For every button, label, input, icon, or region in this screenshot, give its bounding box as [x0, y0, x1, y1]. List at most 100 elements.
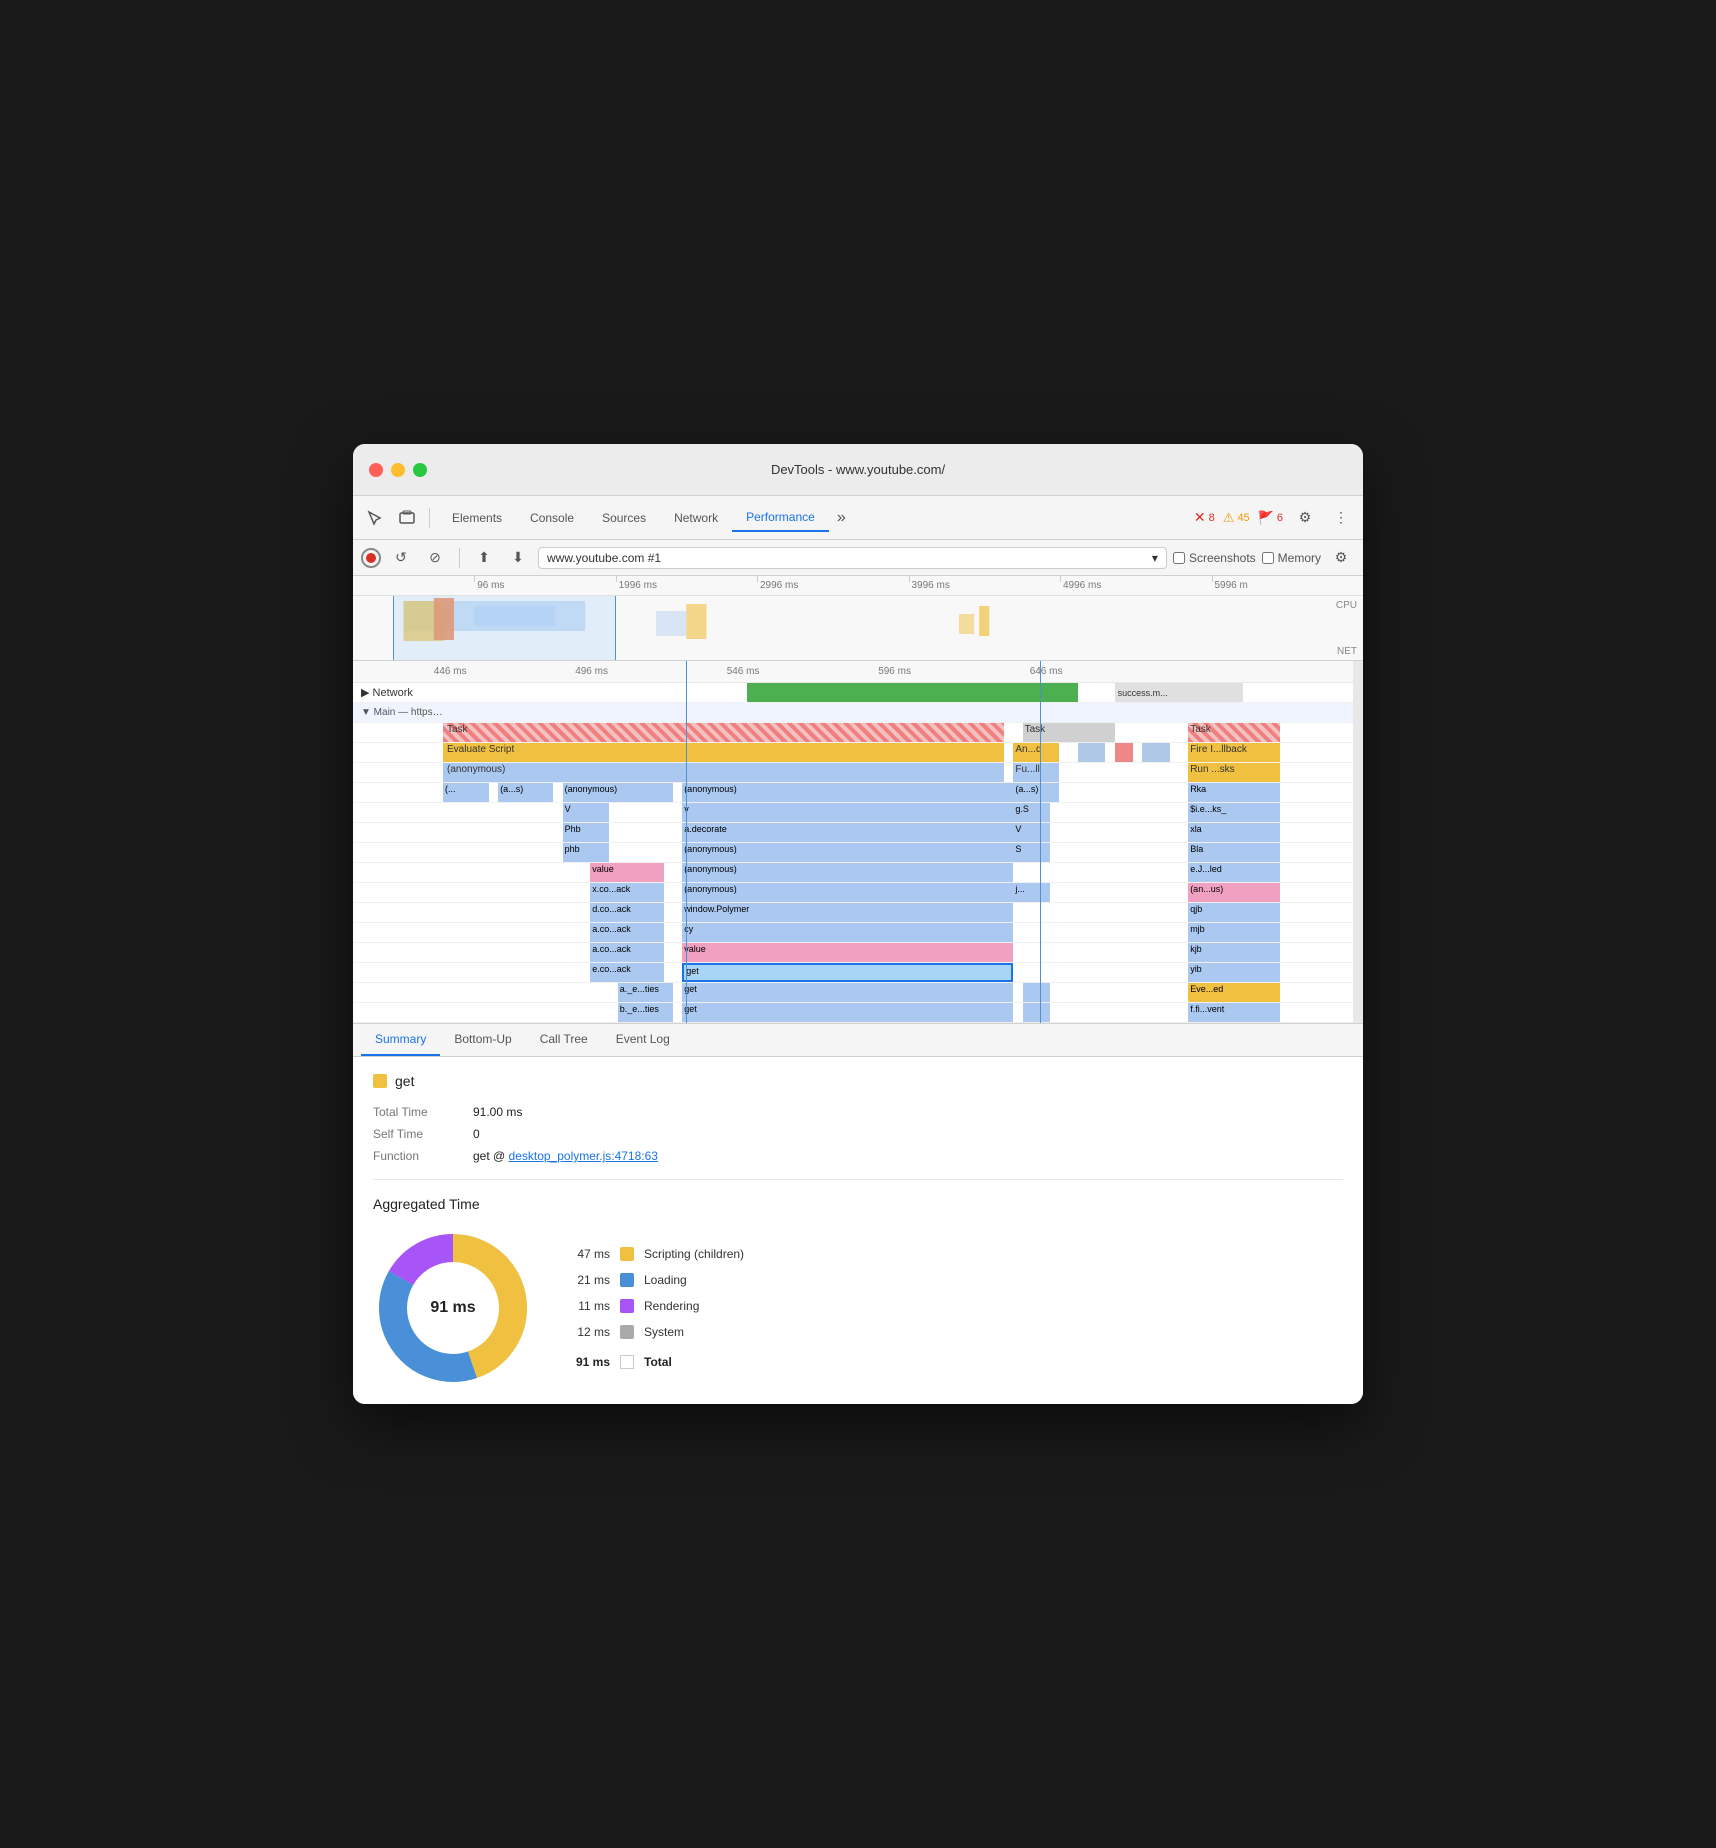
valb1[interactable]: value — [590, 863, 664, 882]
vb4[interactable]: $i.e...ks_ — [1188, 803, 1280, 822]
url-bar[interactable]: www.youtube.com #1 ▾ — [538, 547, 1167, 569]
beb2[interactable]: get — [682, 1003, 1013, 1022]
task-content[interactable]: Task Task Task — [443, 723, 1363, 742]
network-content[interactable]: success.m... — [443, 683, 1363, 702]
p2b2[interactable]: (anonymous) — [682, 843, 1013, 862]
phbb3[interactable]: V — [1013, 823, 1050, 842]
m1b2[interactable]: (a...s) — [498, 783, 553, 802]
acob2[interactable]: cy — [682, 923, 1013, 942]
upload-icon[interactable]: ⬆ — [470, 544, 498, 572]
tab-event-log[interactable]: Event Log — [602, 1024, 684, 1056]
minimize-button[interactable] — [391, 463, 405, 477]
network-bar[interactable] — [747, 683, 1078, 702]
get-bar-selected[interactable]: get — [682, 963, 1013, 982]
tab-bottom-up[interactable]: Bottom-Up — [440, 1024, 525, 1056]
clear-icon[interactable]: ⊘ — [421, 544, 449, 572]
aco2b1[interactable]: a.co...ack — [590, 943, 664, 962]
anon-bar-2[interactable]: Fu...ll — [1013, 763, 1059, 782]
vb2[interactable]: v — [682, 803, 1013, 822]
aco-content[interactable]: a.co...ack cy mjb — [443, 923, 1363, 942]
multi-content-1[interactable]: (... (a...s) (anonymous) (anonymous) (a.… — [443, 783, 1363, 802]
phbb1[interactable]: Phb — [563, 823, 609, 842]
reload-icon[interactable]: ↺ — [387, 544, 415, 572]
anon-content-1[interactable]: (anonymous) Fu...ll Run ...sks — [443, 763, 1363, 782]
record-button[interactable] — [361, 548, 381, 568]
ae-content[interactable]: a._e...ties get Eve...ed — [443, 983, 1363, 1002]
eval-bar-5[interactable] — [1142, 743, 1170, 762]
xco-content[interactable]: x.co...ack (anonymous) j... (an...us) — [443, 883, 1363, 902]
timeline-selection[interactable] — [393, 596, 615, 661]
vb1[interactable]: V — [563, 803, 609, 822]
phbb2[interactable]: a.decorate — [682, 823, 1013, 842]
p2b3[interactable]: S — [1013, 843, 1050, 862]
aco2b3[interactable]: kjb — [1188, 943, 1280, 962]
aeb3[interactable] — [1023, 983, 1051, 1002]
tab-elements[interactable]: Elements — [438, 505, 516, 531]
dcob2[interactable]: window.Polymer — [682, 903, 1013, 922]
valb2[interactable]: (anonymous) — [682, 863, 1013, 882]
settings-icon[interactable]: ⚙ — [1291, 504, 1319, 532]
screenshots-checkbox[interactable] — [1173, 552, 1185, 564]
task-bar-2[interactable]: Task — [1023, 723, 1115, 742]
cursor-icon[interactable] — [361, 504, 389, 532]
acob3[interactable]: mjb — [1188, 923, 1280, 942]
vb3[interactable]: g.S — [1013, 803, 1050, 822]
aco2b2[interactable]: value — [682, 943, 1013, 962]
maximize-button[interactable] — [413, 463, 427, 477]
eval-bar-main[interactable]: Evaluate Script — [443, 743, 1004, 762]
aeb1[interactable]: a._e...ties — [618, 983, 673, 1002]
dropdown-icon[interactable]: ▾ — [1152, 551, 1158, 565]
p2b4[interactable]: Bla — [1188, 843, 1280, 862]
eco-content[interactable]: e.co...ack get yib — [443, 963, 1363, 982]
ecob1[interactable]: e.co...ack — [590, 963, 664, 982]
task-bar-main[interactable]: Task — [443, 723, 1004, 742]
eval-bar-6[interactable]: Fire I...llback — [1188, 743, 1280, 762]
aeb4[interactable]: Eve...ed — [1188, 983, 1280, 1002]
xcob2[interactable]: (anonymous) — [682, 883, 1013, 902]
eval-bar-2[interactable]: An...d — [1013, 743, 1059, 762]
tab-performance[interactable]: Performance — [732, 504, 829, 532]
more-icon[interactable]: ⋮ — [1327, 504, 1355, 532]
close-button[interactable] — [369, 463, 383, 477]
tab-more[interactable]: » — [829, 507, 854, 529]
tab-network[interactable]: Network — [660, 505, 732, 531]
valb3[interactable]: e.J...led — [1188, 863, 1280, 882]
eval-bar-4[interactable] — [1115, 743, 1133, 762]
timeline-chart[interactable]: CPU NET — [353, 596, 1363, 661]
screenshot-icon[interactable] — [393, 504, 421, 532]
phbb4[interactable]: xla — [1188, 823, 1280, 842]
anon-bar-3[interactable]: Run ...sks — [1188, 763, 1280, 782]
evaluate-content[interactable]: Evaluate Script An...d Fire I...llback — [443, 743, 1363, 762]
p2b1[interactable]: phb — [563, 843, 609, 862]
memory-checkbox[interactable] — [1262, 552, 1274, 564]
value-content[interactable]: value (anonymous) e.J...led — [443, 863, 1363, 882]
acob1[interactable]: a.co...ack — [590, 923, 664, 942]
m1b6[interactable]: Rka — [1188, 783, 1280, 802]
tab-summary[interactable]: Summary — [361, 1024, 440, 1056]
function-link[interactable]: desktop_polymer.js:4718:63 — [509, 1149, 658, 1163]
task-bar-3[interactable]: Task — [1188, 723, 1280, 742]
beb3[interactable] — [1023, 1003, 1051, 1022]
download-icon[interactable]: ⬇ — [504, 544, 532, 572]
success-bar[interactable]: success.m... — [1115, 683, 1244, 702]
xcob4[interactable]: (an...us) — [1188, 883, 1280, 902]
ecob3[interactable]: yib — [1188, 963, 1280, 982]
dcob3[interactable]: qjb — [1188, 903, 1280, 922]
m1b4[interactable]: (anonymous) — [682, 783, 1013, 802]
m1b3[interactable]: (anonymous) — [563, 783, 673, 802]
be-content[interactable]: b._e...ties get f.fi...vent — [443, 1003, 1363, 1022]
tab-call-tree[interactable]: Call Tree — [526, 1024, 602, 1056]
dco-content[interactable]: d.co...ack window.Polymer qjb — [443, 903, 1363, 922]
capture-settings-icon[interactable]: ⚙ — [1327, 544, 1355, 572]
eval-bar-3[interactable] — [1078, 743, 1106, 762]
dcob1[interactable]: d.co...ack — [590, 903, 664, 922]
tab-sources[interactable]: Sources — [588, 505, 660, 531]
tab-console[interactable]: Console — [516, 505, 588, 531]
xcob1[interactable]: x.co...ack — [590, 883, 664, 902]
aeb2[interactable]: get — [682, 983, 1013, 1002]
beb1[interactable]: b._e...ties — [618, 1003, 673, 1022]
m1b5[interactable]: (a...s) — [1013, 783, 1059, 802]
scrollbar[interactable] — [1353, 661, 1363, 1023]
anon-bar-1[interactable]: (anonymous) — [443, 763, 1004, 782]
aco2-content[interactable]: a.co...ack value kjb — [443, 943, 1363, 962]
